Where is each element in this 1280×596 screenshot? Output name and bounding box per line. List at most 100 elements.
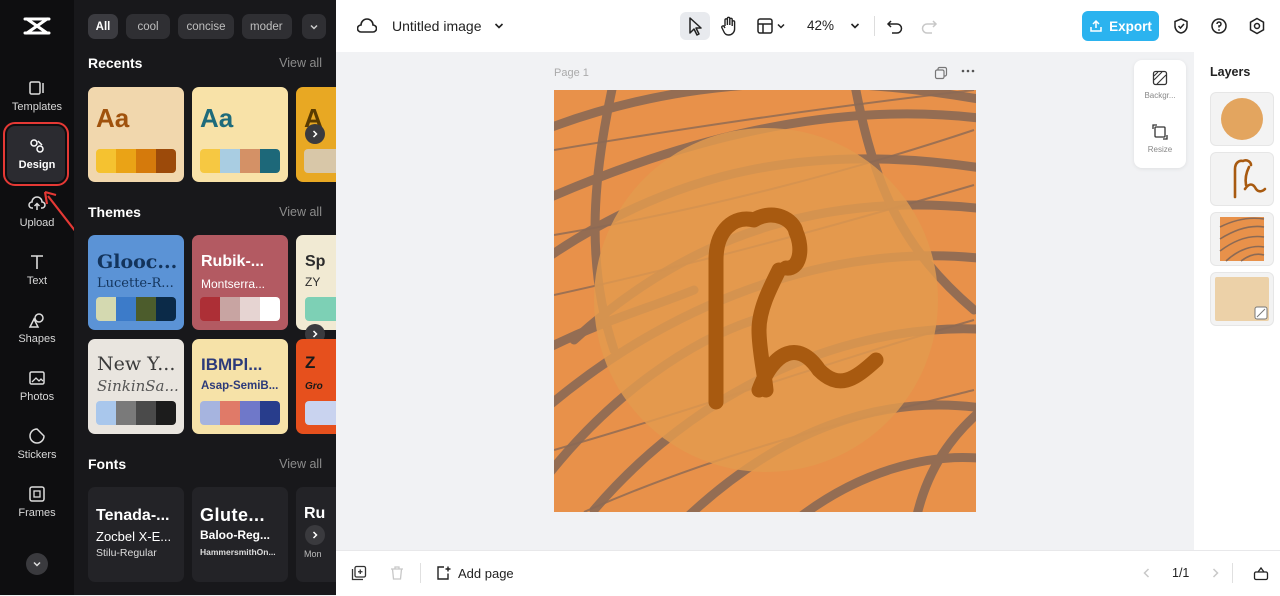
rail-text[interactable]: Text: [0, 244, 74, 296]
floating-tools: Backgr... Resize: [1134, 60, 1186, 168]
recent-card-1[interactable]: Aa: [88, 87, 184, 182]
app-logo[interactable]: [22, 13, 52, 39]
chevron-right-icon: [312, 330, 318, 338]
title-dropdown-button[interactable]: [488, 15, 510, 37]
rail-label: Shapes: [18, 333, 56, 345]
recents-view-all[interactable]: View all: [279, 56, 322, 70]
layer-thumbnail: [1221, 98, 1263, 140]
hand-tool-button[interactable]: [718, 15, 740, 37]
color-swatches: [304, 149, 336, 173]
cloud-icon[interactable]: [356, 15, 378, 37]
chip-cool[interactable]: cool: [126, 14, 170, 39]
zoom-level[interactable]: 42%: [807, 18, 834, 33]
theme-card-1[interactable]: Glooc... Lucette-R...: [88, 235, 184, 330]
fonts-view-all[interactable]: View all: [279, 457, 322, 471]
rail-design[interactable]: Design: [0, 128, 74, 180]
rail-photos[interactable]: Photos: [0, 360, 74, 412]
rail-more-button[interactable]: [26, 553, 48, 575]
rail-frames[interactable]: Frames: [0, 476, 74, 528]
background-icon: [1152, 70, 1168, 86]
font-line-3: Mon: [304, 549, 322, 559]
chip-modern[interactable]: moder: [242, 14, 292, 39]
fonts-next-button[interactable]: [305, 525, 325, 545]
recent-card-2[interactable]: Aa: [192, 87, 288, 182]
rail-label: Templates: [11, 101, 63, 113]
select-tool-button[interactable]: [680, 12, 710, 40]
theme-heading: Glooc...: [97, 251, 178, 273]
layer-pattern[interactable]: [1210, 212, 1274, 266]
add-frame-icon: [351, 565, 367, 581]
settings-button[interactable]: [1246, 15, 1268, 37]
bottom-divider: [420, 563, 421, 583]
hand-icon: [721, 16, 736, 36]
chevron-right-icon: [312, 130, 318, 138]
add-element-button[interactable]: [348, 562, 370, 584]
background-tool-label: Backgr...: [1144, 91, 1176, 100]
themes-view-all[interactable]: View all: [279, 205, 322, 219]
layer-glyph[interactable]: [1210, 152, 1274, 206]
export-button[interactable]: Export: [1082, 11, 1159, 41]
chevron-down-icon: [777, 23, 785, 29]
layer-background[interactable]: [1210, 272, 1274, 326]
theme-card-4[interactable]: New Y... SinkinSa...: [88, 339, 184, 434]
undo-icon: [886, 20, 903, 34]
design-page[interactable]: [554, 90, 976, 512]
theme-heading: Sp: [305, 253, 326, 270]
document-title[interactable]: Untitled image: [392, 18, 482, 34]
export-label: Export: [1109, 18, 1152, 34]
zoom-dropdown-button[interactable]: [844, 15, 866, 37]
left-rail: Templates Design Upload Text Shapes Phot…: [0, 0, 74, 595]
theme-card-3[interactable]: Sp ZY: [296, 235, 336, 330]
layer-circle[interactable]: [1210, 92, 1274, 146]
card-sample: Aa: [96, 103, 130, 133]
layout-dropdown-button[interactable]: [774, 15, 788, 37]
more-options-icon[interactable]: [960, 64, 976, 78]
chevron-down-icon: [850, 23, 860, 29]
background-tool[interactable]: Backgr...: [1134, 70, 1186, 100]
duplicate-page-button[interactable]: [934, 66, 948, 80]
shield-button[interactable]: [1170, 15, 1192, 37]
font-card-1[interactable]: Tenada-... Zocbel X-E... Stilu-Regular: [88, 487, 184, 582]
font-line-2: Baloo-Reg...: [200, 528, 271, 542]
layer-thumbnail: [1233, 159, 1267, 199]
next-page-button[interactable]: [1204, 562, 1226, 584]
font-card-2[interactable]: Glute... Baloo-Reg... HammersmithOn...: [192, 487, 288, 582]
resize-icon: [1152, 124, 1168, 140]
layout-button[interactable]: [754, 15, 776, 37]
recents-next-button[interactable]: [305, 124, 325, 144]
theme-subheading: Montserra...: [201, 277, 266, 291]
help-button[interactable]: [1208, 15, 1230, 37]
rail-label: Photos: [19, 391, 55, 403]
add-page-icon: [437, 566, 451, 580]
chip-all[interactable]: All: [88, 14, 118, 39]
chevron-right-icon: [1212, 568, 1219, 578]
add-page-button[interactable]: Add page: [436, 562, 514, 584]
delete-page-button[interactable]: [386, 562, 408, 584]
undo-button[interactable]: [884, 15, 906, 37]
pages-panel-toggle[interactable]: [1250, 562, 1272, 584]
page-indicator: 1/1: [1172, 566, 1190, 580]
help-icon: [1211, 18, 1227, 34]
rail-label: Text: [26, 275, 48, 287]
chips-more-button[interactable]: [302, 14, 326, 39]
theme-card-6[interactable]: Z Gro: [296, 339, 336, 434]
rail-templates[interactable]: Templates: [0, 70, 74, 122]
theme-card-5[interactable]: IBMPl... Asap-SemiB...: [192, 339, 288, 434]
color-swatches: [96, 149, 176, 173]
layers-panel: Layers: [1194, 52, 1280, 550]
canvas-area: Page 1 Backgr... Resize: [336, 52, 1194, 550]
theme-card-2[interactable]: Rubik-... Montserra...: [192, 235, 288, 330]
chip-concise[interactable]: concise: [178, 14, 234, 39]
theme-subheading: ZY: [305, 275, 321, 289]
redo-button[interactable]: [918, 15, 940, 37]
resize-tool-label: Resize: [1147, 145, 1173, 154]
color-swatches: [200, 149, 280, 173]
panel-toggle-icon: [1253, 566, 1269, 581]
rail-shapes[interactable]: Shapes: [0, 302, 74, 354]
rail-stickers[interactable]: Stickers: [0, 418, 74, 470]
layers-title: Layers: [1210, 65, 1251, 79]
prev-page-button[interactable]: [1136, 562, 1158, 584]
theme-subheading: Lucette-R...: [97, 276, 174, 291]
resize-tool[interactable]: Resize: [1134, 124, 1186, 154]
font-line-1: Ru: [304, 505, 326, 522]
